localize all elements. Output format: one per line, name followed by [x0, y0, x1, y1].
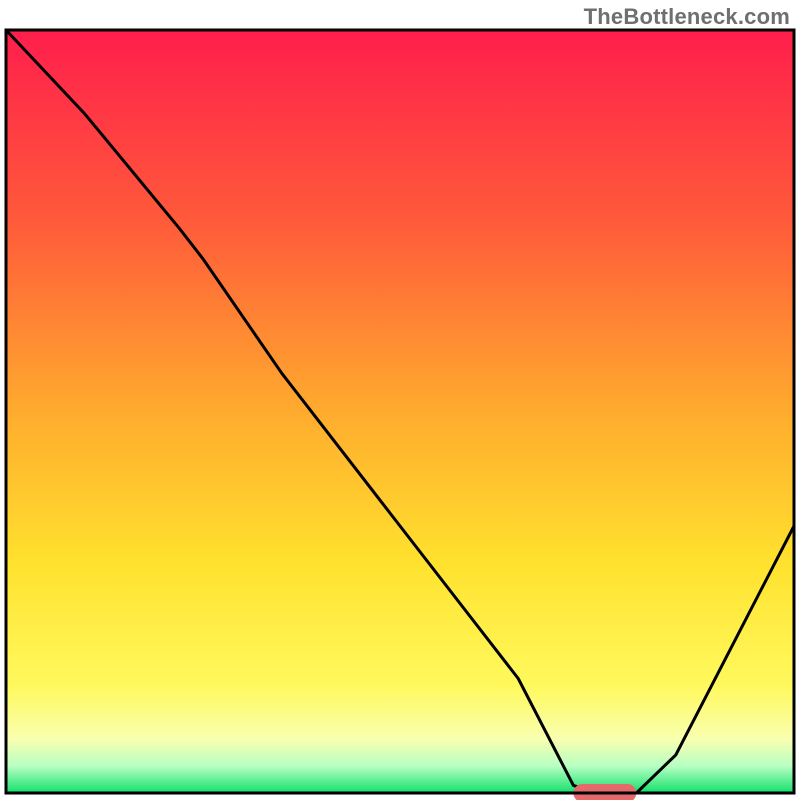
chart-stage: TheBottleneck.com — [0, 0, 800, 800]
bottleneck-chart — [0, 0, 800, 800]
chart-background — [6, 30, 794, 793]
